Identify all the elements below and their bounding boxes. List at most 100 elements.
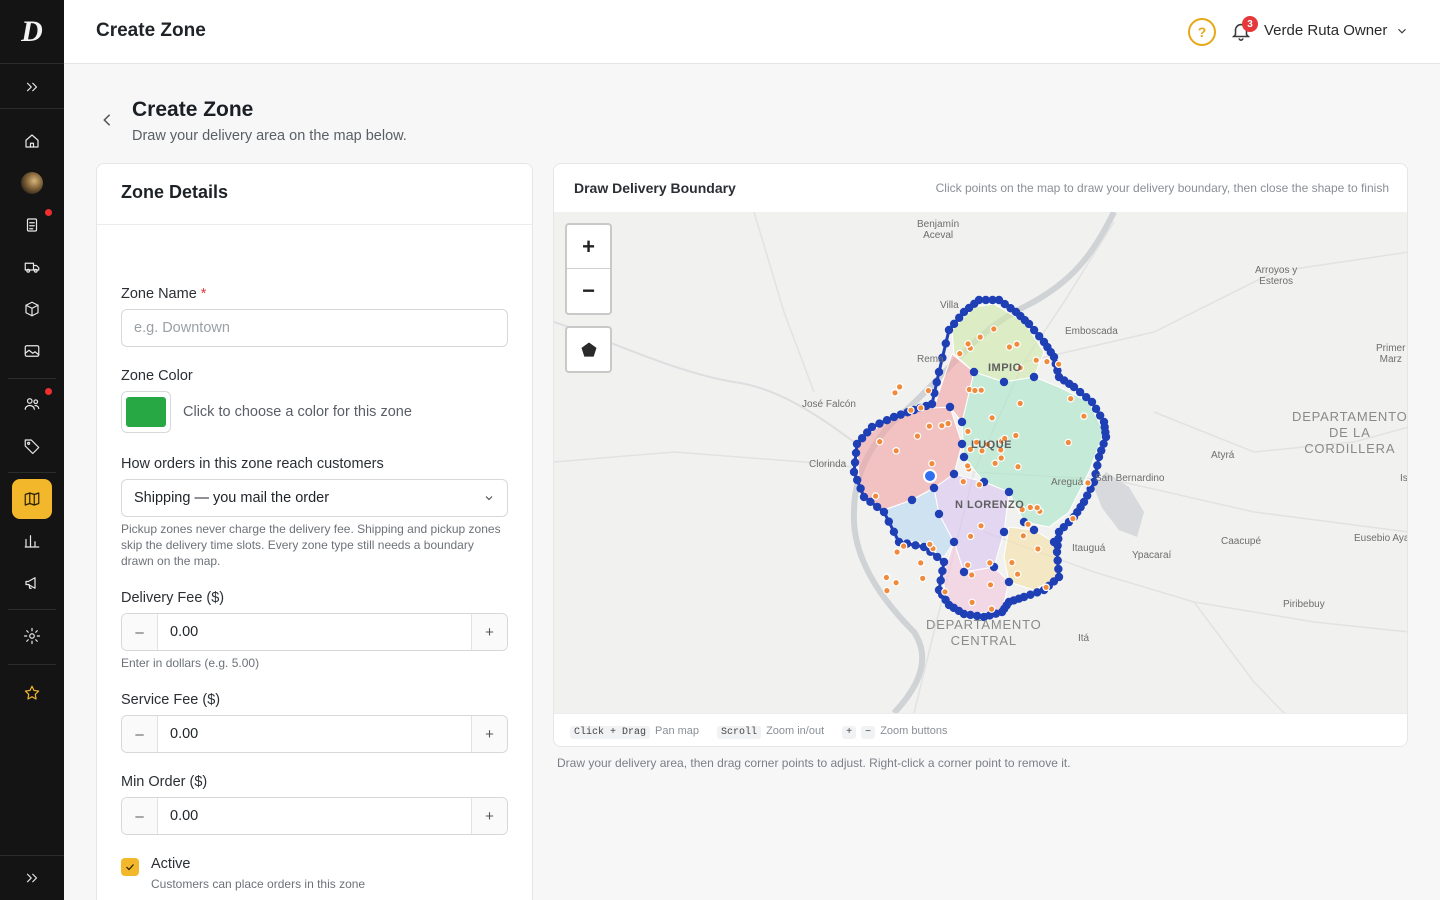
boundary-vertex (959, 452, 969, 462)
service-fee-decrement-button[interactable]: – (122, 716, 158, 752)
shortcut-zoom: Scroll Zoom in/out (717, 725, 824, 739)
service-fee-input[interactable]: 0.00 (158, 716, 471, 752)
divider (8, 378, 56, 379)
color-swatch (126, 397, 166, 427)
boundary-vertex (1049, 537, 1059, 547)
map-title: Draw Delivery Boundary (574, 180, 736, 196)
order-marker (1011, 431, 1020, 440)
service-fee-increment-button[interactable]: + (471, 716, 507, 752)
map-icon (24, 492, 40, 506)
boundary-vertex (867, 422, 877, 432)
min-order-decrement-button[interactable]: – (122, 798, 158, 834)
header-title: Create Zone (96, 20, 206, 41)
boundary-vertex (851, 448, 861, 458)
zoom-out-button[interactable]: − (567, 269, 610, 313)
map-label-benjamin-aceval: Benjamín Aceval (917, 219, 960, 241)
sidebar-item-zones[interactable] (12, 479, 52, 519)
service-fee-label: Service Fee ($) (121, 692, 221, 708)
sidebar-item-analytics[interactable] (12, 521, 52, 561)
map-label-eusebio-ayala: Eusebio Ayal (1354, 533, 1408, 544)
map-label-emboscada: Emboscada (1065, 326, 1118, 337)
sidebar-item-marketing[interactable] (12, 563, 52, 603)
order-marker (1043, 357, 1051, 366)
map-label-aregua: Areguá (1051, 477, 1084, 488)
order-marker (1033, 503, 1042, 512)
order-method-help: Pickup zones never charge the delivery f… (121, 522, 501, 568)
orders-icon (26, 218, 38, 232)
order-method-label: How orders in this zone reach customers (121, 456, 384, 472)
order-marker (925, 422, 934, 431)
order-marker (986, 580, 995, 589)
sidebar-item-orders[interactable] (12, 205, 52, 245)
map-canvas[interactable]: Benjamín Aceval Arroyos y Esteros Villa Em… (554, 212, 1408, 713)
sidebar-item-delivery[interactable] (12, 247, 52, 287)
chart-icon (24, 535, 40, 548)
help-button[interactable]: ? (1188, 18, 1216, 46)
sidebar-item-media[interactable] (12, 331, 52, 371)
question-icon: ? (1197, 24, 1207, 40)
boundary-vertex (959, 567, 969, 577)
home-icon (25, 134, 39, 148)
back-button[interactable] (100, 112, 116, 130)
boundary-vertex (957, 439, 967, 449)
zone-name-input[interactable] (121, 309, 508, 347)
boundary-vertex (884, 517, 893, 526)
order-marker (976, 333, 985, 341)
map-label-limpio: IMPIO (988, 362, 1022, 374)
image-icon (24, 345, 40, 357)
map-hint: Click points on the map to draw your del… (935, 181, 1389, 195)
order-marker (1069, 514, 1077, 523)
delivery-fee-increment-button[interactable]: + (471, 614, 507, 650)
sidebar-item-store[interactable] (12, 163, 52, 203)
delivery-fee-decrement-button[interactable]: – (122, 614, 158, 650)
sidebar-item-favorites[interactable] (12, 673, 52, 713)
map-label-luque: LUQUE (971, 439, 1012, 451)
sidebar-item-customers[interactable] (12, 384, 52, 424)
map-label-piribebuy: Piribebuy (1283, 599, 1325, 610)
boundary-vertex (1052, 547, 1062, 557)
notification-dot (45, 388, 52, 395)
boundary-vertex (879, 507, 889, 517)
boundary-vertex (933, 552, 942, 562)
min-order-increment-button[interactable]: + (471, 798, 507, 834)
min-order-input[interactable]: 0.00 (158, 798, 471, 834)
user-menu[interactable]: Verde Ruta Owner (1264, 22, 1409, 39)
notifications-button[interactable]: 3 (1230, 16, 1258, 44)
sidebar-item-home[interactable] (12, 121, 52, 161)
chevrons-right-icon (26, 873, 38, 883)
order-marker (964, 340, 972, 348)
order-marker (1042, 583, 1050, 592)
order-marker (882, 573, 891, 582)
zone-name-label: Zone Name * (121, 286, 207, 302)
avatar (21, 172, 43, 194)
zone-color-label: Zone Color (121, 368, 193, 384)
order-marker (1016, 399, 1025, 408)
boundary-vertex (850, 458, 860, 467)
map-card: Draw Delivery Boundary Click points on t… (553, 163, 1408, 747)
order-marker (971, 386, 979, 395)
zoom-in-button[interactable]: + (567, 225, 610, 269)
check-icon (126, 864, 134, 871)
active-checkbox[interactable] (121, 858, 139, 876)
sidebar-item-settings[interactable] (12, 616, 52, 656)
collapse-toggle-button[interactable] (12, 858, 52, 898)
order-marker (1034, 545, 1042, 553)
order-marker (892, 578, 900, 587)
order-marker (937, 421, 946, 430)
order-marker (977, 386, 986, 395)
delivery-fee-input[interactable]: 0.00 (158, 614, 471, 650)
expand-sidebar-button[interactable] (12, 67, 52, 107)
sidebar-item-products[interactable] (12, 289, 52, 329)
app-logo[interactable]: D (0, 0, 64, 64)
boundary-vertex (875, 419, 884, 428)
users-icon (24, 398, 40, 410)
map-label-jose-falcon: José Falcón (802, 399, 856, 410)
sidebar-item-promotions[interactable] (12, 426, 52, 466)
boundary-vertex (949, 537, 959, 547)
draw-polygon-button[interactable] (565, 326, 612, 373)
order-marker (959, 477, 968, 486)
order-method-select[interactable]: Shipping — you mail the order (121, 479, 508, 517)
zone-color-picker[interactable] (121, 391, 171, 433)
chevron-down-icon (1398, 28, 1407, 34)
map-label-villa: Villa (940, 300, 959, 311)
